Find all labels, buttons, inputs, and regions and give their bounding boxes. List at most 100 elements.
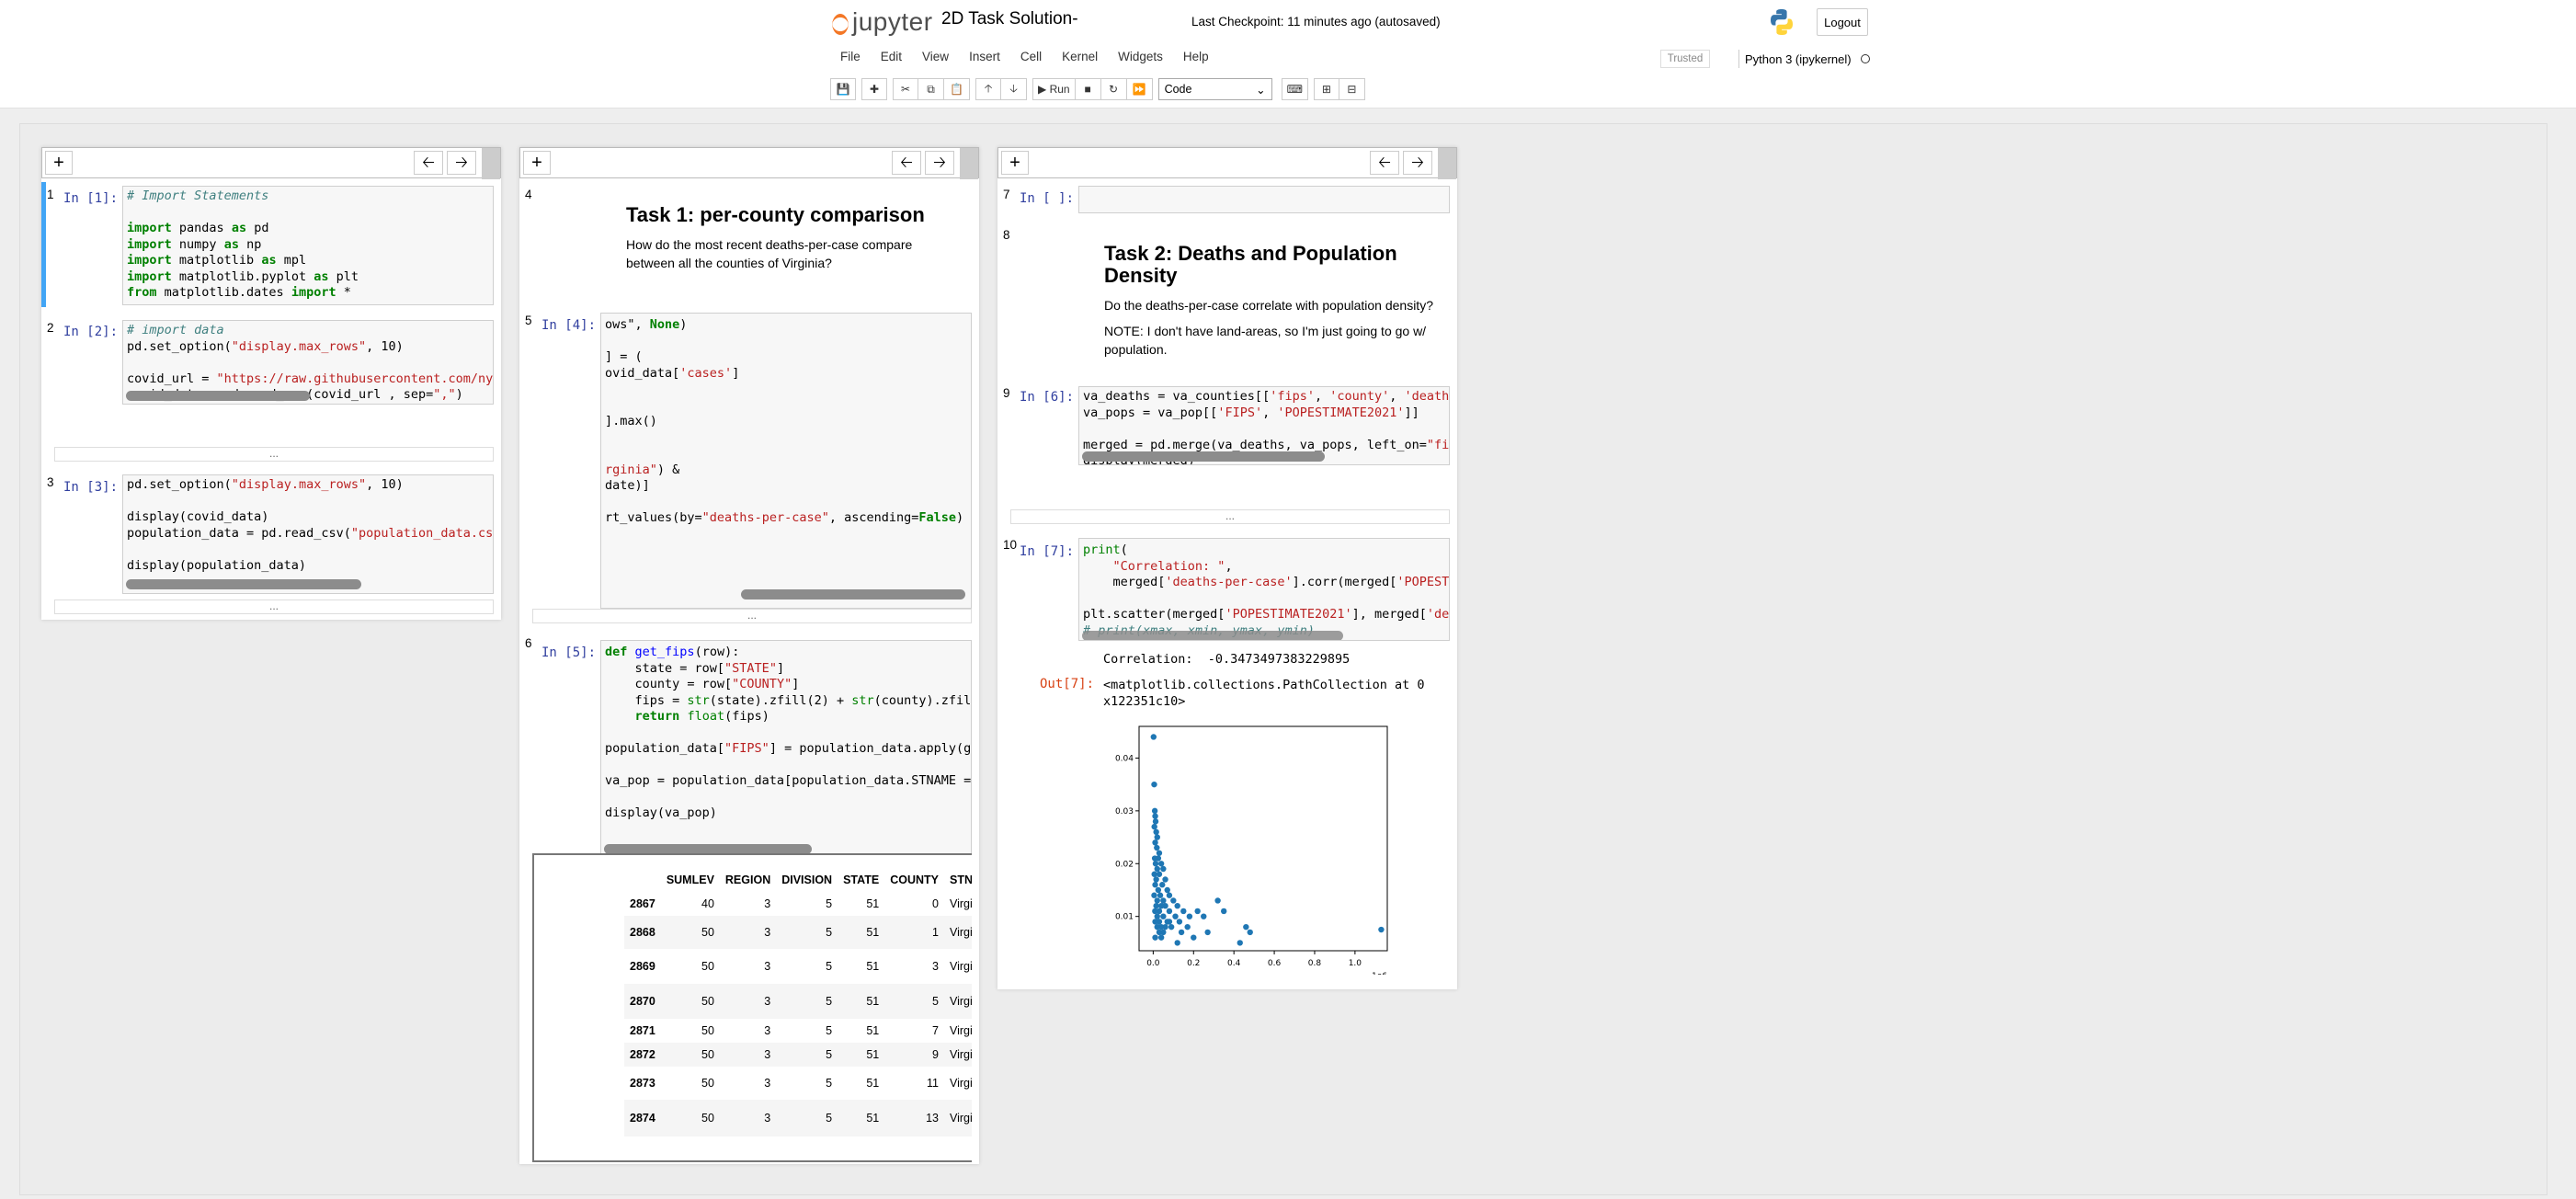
- scatter-point: [1168, 923, 1175, 931]
- output-collapsed-ellipsis[interactable]: ...: [54, 600, 494, 614]
- scatter-plot: 0.0 0.2 0.4 0.6 0.8 1.0 0.01 0.02 0.03 0.04 1e6: [1115, 725, 1388, 975]
- table-cell: 50: [660, 1043, 720, 1067]
- paste-icon[interactable]: 📋: [944, 78, 970, 100]
- output-dataframe[interactable]: SUMLEV REGION DIVISION STATE COUNTY STNA 2867 4…: [532, 853, 972, 1162]
- table-cell: 51: [838, 1100, 885, 1136]
- delete-column-icon[interactable]: ⊟: [1339, 78, 1365, 100]
- scatter-point: [1214, 897, 1221, 904]
- column-header: COUNTY: [890, 874, 939, 886]
- menu-kernel[interactable]: Kernel: [1052, 46, 1108, 70]
- column-scrollbar[interactable]: [482, 148, 500, 179]
- scatter-point: [1150, 734, 1157, 740]
- save-icon[interactable]: 💾: [830, 78, 856, 100]
- horizontal-scrollbar[interactable]: [1082, 631, 1343, 640]
- scatter-point: [1160, 913, 1167, 919]
- table-cell: 5: [884, 984, 944, 1019]
- notebook-name[interactable]: 2D Task Solution-: [941, 9, 1078, 29]
- stop-icon[interactable]: ■: [1075, 78, 1101, 100]
- table-cell: 9: [884, 1043, 944, 1067]
- table-cell: 5: [826, 897, 833, 910]
- table-cell: 50: [701, 1077, 714, 1090]
- output-collapsed-ellipsis[interactable]: ...: [1010, 509, 1450, 524]
- code-cell-2[interactable]: # import data pd.set_option("display.max…: [122, 320, 494, 405]
- horizontal-scrollbar[interactable]: [1082, 451, 1325, 462]
- table-cell: Virgi: [950, 1077, 972, 1090]
- add-cell-button[interactable]: +: [523, 151, 551, 175]
- keyboard-icon[interactable]: ⌨: [1281, 78, 1308, 100]
- menu-cell[interactable]: Cell: [1010, 46, 1052, 70]
- output-collapsed-ellipsis[interactable]: ...: [532, 609, 972, 623]
- scatter-point: [1194, 908, 1201, 915]
- menu-help[interactable]: Help: [1173, 46, 1219, 70]
- horizontal-scrollbar[interactable]: [741, 589, 965, 600]
- scatter-point: [1155, 886, 1162, 894]
- horizontal-scrollbar[interactable]: [126, 391, 310, 401]
- table-cell: 5: [776, 916, 838, 949]
- add-column-icon[interactable]: ⊞: [1313, 78, 1339, 100]
- arrow-left-icon[interactable]: 🡠: [892, 151, 921, 175]
- logout-button[interactable]: Logout: [1817, 8, 1868, 36]
- header: jupyter 2D Task Solution- Last Checkpoin…: [0, 0, 2576, 108]
- column-scrollbar[interactable]: [960, 148, 978, 179]
- code-cell-3[interactable]: pd.set_option("display.max_rows", 10) di…: [122, 474, 494, 594]
- input-prompt: In [5]:: [541, 645, 597, 660]
- code-cell-5[interactable]: ows", None) ] = ( ovid_data['cases'] ].m…: [600, 313, 972, 609]
- column-toolbar: + 🡠 🡢: [41, 147, 501, 179]
- column-1: + 🡠 🡢 1 In [1]: # Import Statements impo…: [41, 147, 501, 620]
- menu-file[interactable]: File: [830, 46, 871, 70]
- output-collapsed-ellipsis[interactable]: ...: [54, 447, 494, 462]
- scatter-point: [1154, 923, 1160, 931]
- copy-icon[interactable]: ⧉: [918, 78, 944, 100]
- python-logo-icon: [1771, 9, 1793, 35]
- cell-number: 3: [47, 475, 54, 489]
- y-tick-label: 0.03: [1115, 807, 1134, 816]
- scatter-point: [1174, 903, 1180, 909]
- arrow-right-icon[interactable]: 🡢: [925, 151, 954, 175]
- add-cell-button[interactable]: +: [45, 151, 73, 175]
- column-scrollbar[interactable]: [1438, 148, 1456, 179]
- markdown-cell-8[interactable]: Task 2: Deaths and Population Density Do…: [1104, 243, 1453, 359]
- table-row: 2874 50 3 5 51 13 Virgi: [624, 1100, 972, 1136]
- cut-icon[interactable]: ✂: [893, 78, 918, 100]
- column-toolbar: + 🡠 🡢: [997, 147, 1457, 179]
- insert-cell-icon[interactable]: ✚: [861, 78, 887, 100]
- menu-view[interactable]: View: [912, 46, 959, 70]
- arrow-left-icon[interactable]: 🡠: [1370, 151, 1399, 175]
- table-cell: 3: [719, 1100, 777, 1136]
- x-tick-label: 0.2: [1187, 959, 1200, 968]
- row-index: 2872: [624, 1043, 661, 1067]
- arrow-left-icon[interactable]: 🡠: [414, 151, 443, 175]
- scatter-point: [1191, 934, 1197, 941]
- trusted-indicator[interactable]: Trusted: [1660, 50, 1710, 68]
- run-button[interactable]: ▶ Run: [1032, 78, 1076, 100]
- row-index: 2874: [624, 1100, 661, 1136]
- code-cell-9[interactable]: va_deaths = va_counties[['fips', 'county…: [1078, 386, 1450, 465]
- scatter-point: [1166, 919, 1173, 925]
- code-cell-1[interactable]: # Import Statements import pandas as pd …: [122, 186, 494, 305]
- cell-type-select[interactable]: Code ⌄: [1157, 78, 1272, 100]
- scatter-point: [1220, 908, 1227, 915]
- restart-icon[interactable]: ↻: [1100, 78, 1127, 100]
- selected-cell-indicator: [41, 182, 46, 307]
- markdown-cell-4[interactable]: Task 1: per-county comparison How do the…: [626, 204, 929, 272]
- arrow-right-icon[interactable]: 🡢: [1403, 151, 1432, 175]
- jupyter-logo[interactable]: jupyter: [830, 6, 933, 39]
- move-down-icon[interactable]: 🡣: [1001, 78, 1027, 100]
- move-up-icon[interactable]: 🡡: [975, 78, 1001, 100]
- output-prompt: Out[7]:: [1040, 677, 1095, 691]
- code-cell-6[interactable]: def get_fips(row): state = row["STATE"] …: [600, 640, 972, 861]
- table-cell: 51: [838, 1043, 885, 1067]
- add-cell-button[interactable]: +: [1001, 151, 1029, 175]
- restart-run-all-icon[interactable]: ⏩: [1126, 78, 1153, 100]
- scatter-point: [1152, 882, 1158, 888]
- input-prompt: In [1]:: [63, 191, 119, 206]
- menu-insert[interactable]: Insert: [959, 46, 1010, 70]
- menu-edit[interactable]: Edit: [871, 46, 912, 70]
- horizontal-scrollbar[interactable]: [126, 579, 361, 589]
- scatter-point: [1153, 876, 1159, 883]
- code-cell-10[interactable]: print( "Correlation: ", merged['deaths-p…: [1078, 538, 1450, 641]
- table-cell: 5: [776, 984, 838, 1019]
- arrow-right-icon[interactable]: 🡢: [447, 151, 476, 175]
- menu-widgets[interactable]: Widgets: [1108, 46, 1173, 70]
- code-cell-7[interactable]: [1078, 186, 1450, 213]
